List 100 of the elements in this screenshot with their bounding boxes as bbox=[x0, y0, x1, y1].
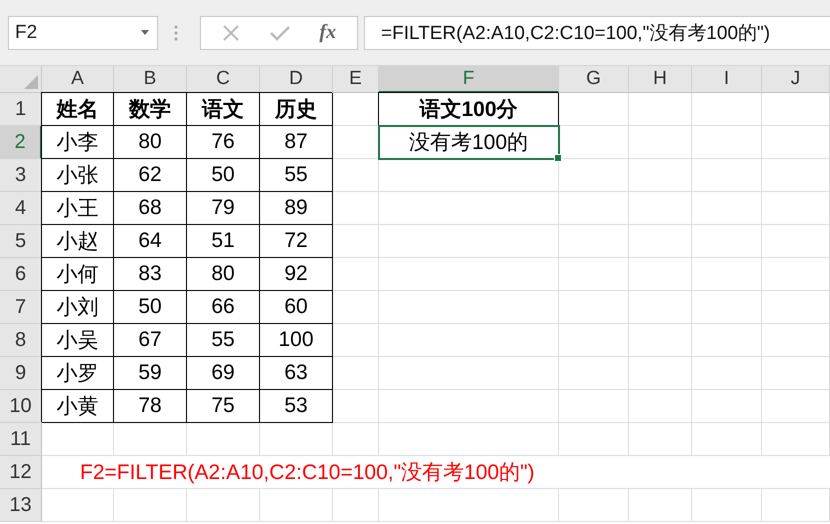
empty-cell bbox=[692, 192, 762, 225]
table-cell: 60 bbox=[260, 291, 333, 324]
empty-cell bbox=[333, 258, 379, 291]
empty-cell bbox=[762, 126, 830, 159]
empty-cell bbox=[629, 225, 692, 258]
table-cell: 80 bbox=[114, 126, 187, 159]
row-header[interactable]: 12 bbox=[0, 456, 42, 489]
empty-cell bbox=[333, 225, 379, 258]
empty-cell bbox=[629, 324, 692, 357]
empty-cell bbox=[629, 489, 692, 522]
empty-cell bbox=[692, 324, 762, 357]
empty-cell bbox=[629, 159, 692, 192]
empty-cell bbox=[333, 423, 379, 456]
empty-cell bbox=[692, 291, 762, 324]
table-cell: 小刘 bbox=[42, 291, 114, 324]
empty-cell bbox=[559, 159, 629, 192]
empty-cell bbox=[333, 357, 379, 390]
table-cell: 87 bbox=[260, 126, 333, 159]
empty-cell bbox=[629, 423, 692, 456]
empty-cell bbox=[762, 258, 830, 291]
empty-cell bbox=[762, 324, 830, 357]
select-all-button[interactable] bbox=[0, 66, 42, 93]
table-cell: 79 bbox=[187, 192, 260, 225]
empty-cell bbox=[333, 192, 379, 225]
empty-cell bbox=[559, 324, 629, 357]
column-header[interactable]: J bbox=[762, 66, 830, 93]
header-cell: 历史 bbox=[260, 93, 333, 126]
table-cell: 55 bbox=[187, 324, 260, 357]
table-cell: 小张 bbox=[42, 159, 114, 192]
row-header[interactable]: 9 bbox=[0, 357, 42, 390]
table-cell: 75 bbox=[187, 390, 260, 423]
dropdown-caret-icon[interactable] bbox=[141, 30, 149, 35]
header-cell: 姓名 bbox=[42, 93, 114, 126]
table-cell: 100 bbox=[260, 324, 333, 357]
insert-function-button[interactable]: fx bbox=[319, 21, 336, 44]
column-header[interactable]: H bbox=[629, 66, 692, 93]
table-cell: 51 bbox=[187, 225, 260, 258]
empty-cell bbox=[692, 423, 762, 456]
table-cell: 小王 bbox=[42, 192, 114, 225]
table-cell: 59 bbox=[114, 357, 187, 390]
row-header[interactable]: 11 bbox=[0, 423, 42, 456]
column-header[interactable]: C bbox=[187, 66, 260, 93]
name-box[interactable]: F2 bbox=[8, 16, 158, 50]
table-cell: 78 bbox=[114, 390, 187, 423]
empty-cell bbox=[333, 390, 379, 423]
empty-cell bbox=[629, 258, 692, 291]
table-cell: 66 bbox=[187, 291, 260, 324]
row-header[interactable]: 13 bbox=[0, 489, 42, 522]
row-header[interactable]: 3 bbox=[0, 159, 42, 192]
empty-cell bbox=[559, 390, 629, 423]
empty-cell bbox=[692, 489, 762, 522]
row-header[interactable]: 1 bbox=[0, 93, 42, 126]
table-cell: 62 bbox=[114, 159, 187, 192]
select-all-triangle-icon[interactable] bbox=[24, 75, 38, 89]
row-header[interactable]: 10 bbox=[0, 390, 42, 423]
column-header[interactable]: E bbox=[333, 66, 379, 93]
row-header[interactable]: 6 bbox=[0, 258, 42, 291]
cancel-icon[interactable] bbox=[222, 24, 240, 42]
table-cell: 64 bbox=[114, 225, 187, 258]
empty-cell bbox=[629, 93, 692, 126]
formula-bar[interactable]: =FILTER(A2:A10,C2:C10=100,"没有考100的") bbox=[364, 16, 830, 50]
row-header[interactable]: 5 bbox=[0, 225, 42, 258]
check-icon[interactable] bbox=[270, 24, 290, 40]
row-header[interactable]: 8 bbox=[0, 324, 42, 357]
row-header[interactable]: 2 bbox=[0, 126, 42, 159]
column-header[interactable]: I bbox=[692, 66, 762, 93]
empty-cell bbox=[762, 489, 830, 522]
column-header[interactable]: F bbox=[379, 66, 559, 93]
empty-cell bbox=[559, 357, 629, 390]
table-cell: 68 bbox=[114, 192, 187, 225]
table-cell: 67 bbox=[114, 324, 187, 357]
table-cell: 50 bbox=[187, 159, 260, 192]
column-header[interactable]: G bbox=[559, 66, 629, 93]
row-header[interactable]: 7 bbox=[0, 291, 42, 324]
drag-handle-icon[interactable] bbox=[174, 24, 178, 40]
column-header[interactable]: A bbox=[42, 66, 114, 93]
empty-cell bbox=[333, 489, 379, 522]
empty-cell bbox=[559, 225, 629, 258]
table-cell: 89 bbox=[260, 192, 333, 225]
table-cell: 63 bbox=[260, 357, 333, 390]
table-cell: 小何 bbox=[42, 258, 114, 291]
empty-cell bbox=[559, 291, 629, 324]
column-header[interactable]: D bbox=[260, 66, 333, 93]
empty-cell bbox=[559, 423, 629, 456]
table-cell: 92 bbox=[260, 258, 333, 291]
empty-cell bbox=[333, 291, 379, 324]
empty-cell bbox=[692, 390, 762, 423]
table-cell: 没有考100的 bbox=[379, 126, 559, 159]
empty-cell bbox=[692, 225, 762, 258]
header-cell: 语文100分 bbox=[379, 93, 559, 126]
note-text: F2=FILTER(A2:A10,C2:C10=100,"没有考100的") bbox=[42, 456, 830, 489]
empty-cell bbox=[692, 258, 762, 291]
table-cell: 小李 bbox=[42, 126, 114, 159]
row-header[interactable]: 4 bbox=[0, 192, 42, 225]
empty-cell bbox=[559, 192, 629, 225]
empty-cell bbox=[559, 126, 629, 159]
column-header[interactable]: B bbox=[114, 66, 187, 93]
fill-handle[interactable] bbox=[554, 154, 562, 162]
empty-cell bbox=[762, 423, 830, 456]
table-cell: 83 bbox=[114, 258, 187, 291]
